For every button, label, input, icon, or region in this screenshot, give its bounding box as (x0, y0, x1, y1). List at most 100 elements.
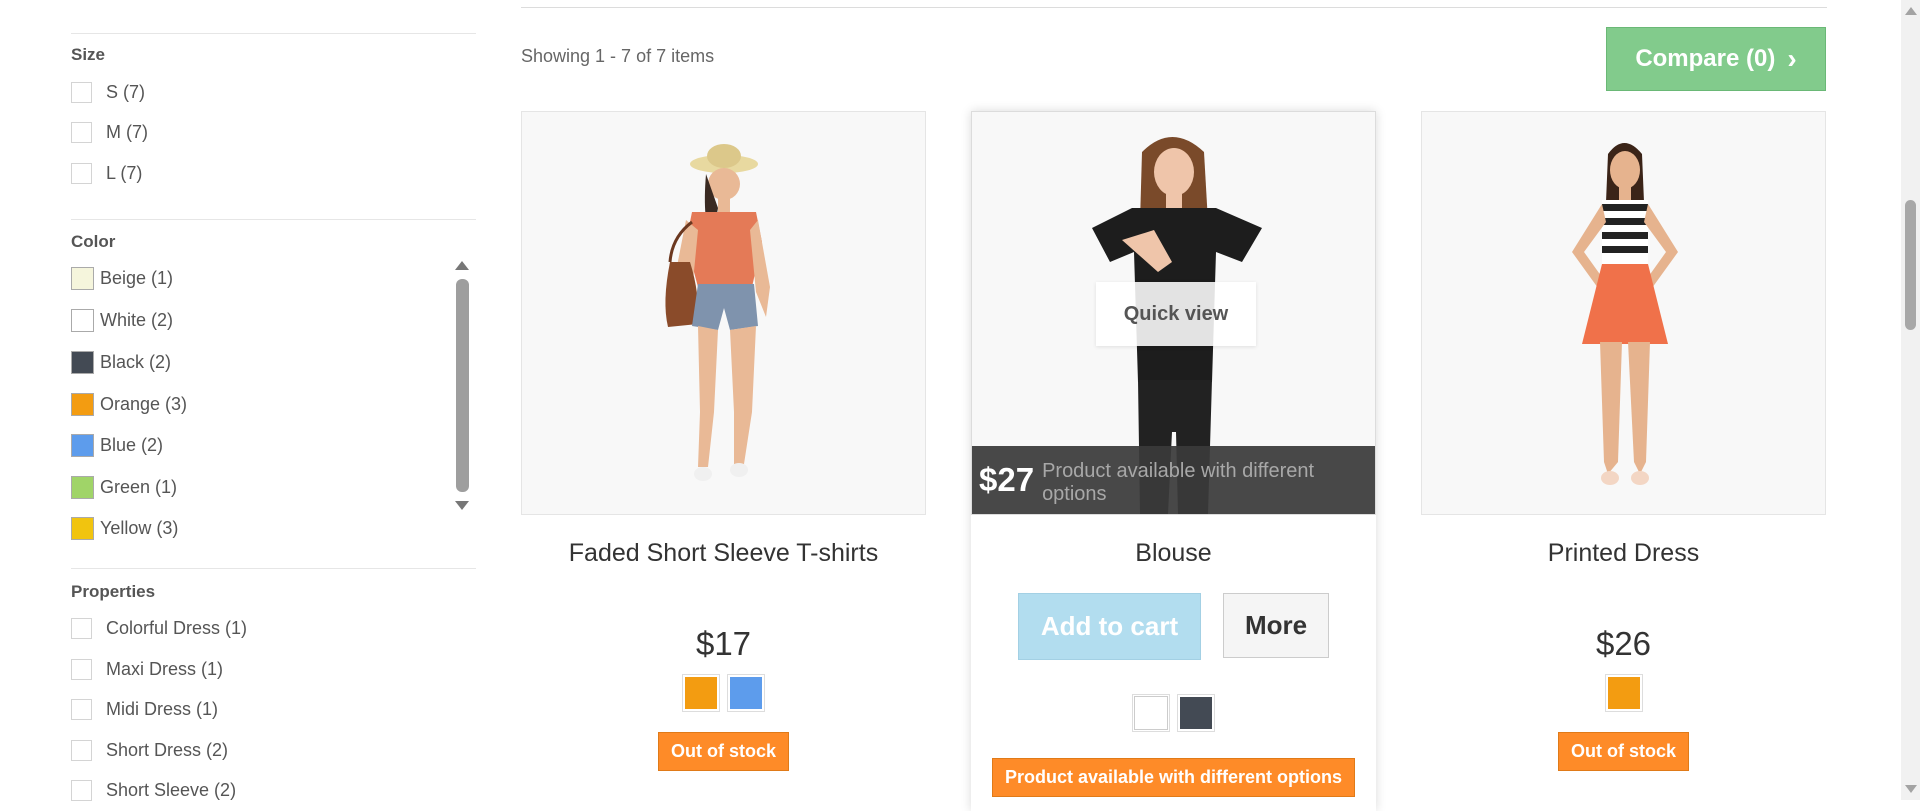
divider (71, 568, 476, 569)
checkbox[interactable] (71, 779, 92, 801)
product-card[interactable]: Quick view $27 Product available with di… (971, 111, 1376, 797)
color-swatch[interactable] (71, 433, 94, 457)
swatch-fill (685, 677, 717, 709)
property-option-label: Maxi Dress (1) (106, 658, 224, 679)
property-option-maxi-dress[interactable]: Maxi Dress (1) (71, 655, 223, 683)
property-option-label: Short Dress (2) (106, 739, 229, 760)
overlay-price: $27 (979, 461, 1035, 498)
color-filter-title: Color (71, 232, 116, 251)
scroll-up-icon[interactable] (1905, 7, 1917, 15)
product-price: $26 (1595, 625, 1652, 662)
size-option-l[interactable]: L (7) (71, 159, 142, 187)
color-option-beige[interactable]: Beige (1) (71, 263, 173, 293)
scroll-thumb[interactable] (455, 279, 469, 492)
color-option-label: Orange (3) (100, 393, 188, 414)
color-swatch-white[interactable] (1132, 694, 1170, 732)
color-swatches (521, 674, 926, 712)
color-option-blue[interactable]: Blue (2) (71, 430, 163, 460)
color-option-green[interactable]: Green (1) (71, 472, 177, 502)
page-scrollbar[interactable] (1901, 0, 1920, 800)
filter-sidebar: Size S (7) M (7) L (7) Color Beige (1) W… (71, 0, 476, 801)
compare-label: Compare (0) (1635, 45, 1776, 72)
color-swatch-blue[interactable] (727, 674, 765, 712)
add-to-cart-button[interactable]: Add to cart (1018, 593, 1201, 660)
property-option-label: Midi Dress (1) (106, 698, 219, 719)
property-option-label: Short Sleeve (2) (106, 779, 237, 800)
scroll-down-icon[interactable] (455, 501, 469, 510)
color-swatch-orange[interactable] (682, 674, 720, 712)
product-image[interactable]: Quick view $27 Product available with di… (971, 111, 1376, 515)
scroll-thumb[interactable] (1905, 200, 1916, 330)
compare-button[interactable]: Compare (0) › (1606, 27, 1826, 91)
color-swatch-orange[interactable] (1604, 674, 1643, 712)
divider (71, 219, 476, 220)
color-swatch[interactable] (71, 516, 94, 540)
color-option-label: Blue (2) (100, 434, 164, 455)
size-option-label: M (7) (106, 121, 148, 142)
product-photo (1422, 112, 1825, 514)
property-option-midi-dress[interactable]: Midi Dress (1) (71, 695, 218, 723)
stock-badge: Out of stock (657, 732, 789, 771)
checkbox[interactable] (71, 698, 92, 720)
color-option-black[interactable]: Black (2) (71, 347, 171, 377)
properties-filter-title: Properties (71, 582, 156, 601)
checkbox[interactable] (71, 121, 92, 143)
stock-badge: Product available with different options (991, 758, 1356, 797)
divider (521, 7, 1827, 8)
color-option-label: Yellow (3) (100, 517, 179, 538)
checkbox[interactable] (71, 658, 92, 680)
product-name[interactable]: Faded Short Sleeve T-shirts (521, 539, 926, 569)
product-name[interactable]: Printed Dress (1421, 539, 1826, 569)
color-list-scrollbar[interactable] (455, 261, 469, 510)
product-name[interactable]: Blouse (971, 539, 1376, 569)
size-option-label: S (7) (106, 81, 146, 102)
color-swatch-black[interactable] (1177, 694, 1215, 732)
color-option-orange[interactable]: Orange (3) (71, 389, 187, 419)
color-swatches (971, 694, 1376, 732)
swatch-fill (1134, 696, 1168, 730)
overlay-note: Product available with different options (1042, 460, 1315, 505)
quick-view-button[interactable]: Quick view (1096, 282, 1256, 346)
property-option-label: Colorful Dress (1) (106, 617, 248, 638)
color-swatch[interactable] (71, 308, 94, 332)
action-buttons: Add to cart More (971, 593, 1376, 660)
color-option-label: Beige (1) (100, 267, 174, 288)
size-option-m[interactable]: M (7) (71, 118, 148, 146)
checkbox[interactable] (71, 739, 92, 761)
size-option-s[interactable]: S (7) (71, 78, 145, 106)
color-option-yellow[interactable]: Yellow (3) (71, 513, 178, 543)
more-button[interactable]: More (1223, 593, 1329, 658)
checkbox[interactable] (71, 162, 92, 184)
product-count: Showing 1 - 7 of 7 items (521, 46, 715, 66)
product-card[interactable]: Printed Dress $26 Out of stock (1421, 111, 1826, 771)
swatch-fill (1607, 677, 1640, 709)
product-photo (522, 112, 925, 514)
property-option-short-dress[interactable]: Short Dress (2) (71, 736, 228, 764)
color-swatch[interactable] (71, 350, 94, 374)
swatch-fill (1180, 697, 1212, 729)
size-option-label: L (7) (106, 162, 143, 183)
scroll-up-icon[interactable] (455, 261, 469, 270)
color-swatch[interactable] (71, 266, 94, 290)
divider (71, 33, 476, 34)
color-swatches (1421, 674, 1826, 712)
chevron-right-icon: › (1787, 43, 1797, 74)
stock-badge: Out of stock (1557, 732, 1689, 771)
product-image[interactable] (1421, 111, 1826, 515)
product-price: $17 (695, 625, 752, 662)
color-option-label: Green (1) (100, 476, 178, 497)
scroll-down-icon[interactable] (1905, 785, 1917, 793)
color-option-label: White (2) (100, 309, 174, 330)
property-option-colorful-dress[interactable]: Colorful Dress (1) (71, 614, 247, 642)
swatch-fill (730, 677, 762, 709)
product-card[interactable]: Faded Short Sleeve T-shirts $17 Out of s… (521, 111, 926, 771)
color-swatch[interactable] (71, 392, 94, 416)
product-image[interactable] (521, 111, 926, 515)
checkbox[interactable] (71, 81, 92, 103)
color-option-white[interactable]: White (2) (71, 305, 173, 335)
color-swatch[interactable] (71, 475, 94, 499)
color-option-label: Black (2) (100, 351, 172, 372)
price-overlay: $27 Product available with different opt… (972, 446, 1375, 514)
size-filter-title: Size (71, 45, 106, 64)
checkbox[interactable] (71, 617, 92, 639)
